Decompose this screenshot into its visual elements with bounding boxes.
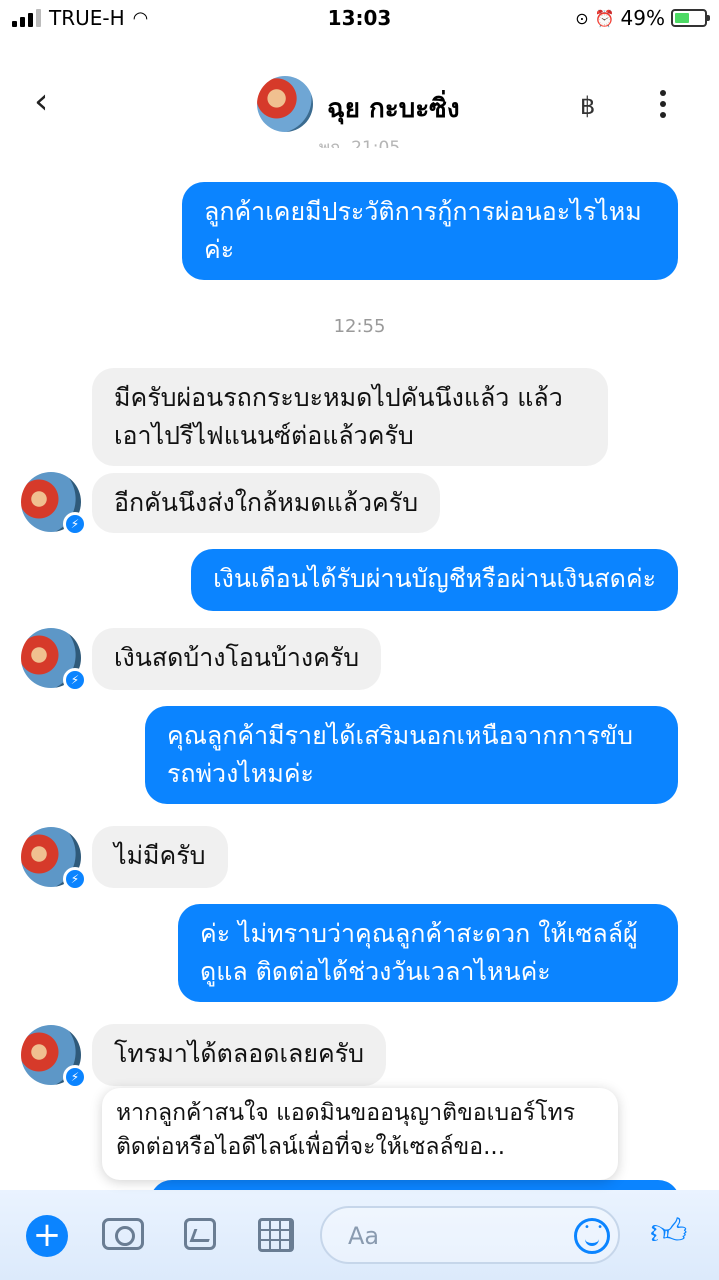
message-incoming[interactable]: เงินสดบ้างโอนบ้างครับ [92, 628, 382, 690]
messenger-badge-icon: ⚡ [63, 1065, 87, 1089]
timestamp: 12:55 [333, 316, 386, 337]
gallery-icon[interactable] [184, 1218, 216, 1250]
battery-icon [671, 9, 710, 27]
message-incoming[interactable]: ไม่มีครับ [92, 826, 228, 888]
chevron-left-icon[interactable]: ‹ [34, 84, 48, 120]
camera-icon[interactable] [102, 1218, 144, 1250]
contact-avatar[interactable] [257, 76, 313, 132]
calculator-icon[interactable] [258, 1218, 294, 1252]
payment-icon[interactable]: ฿ [580, 92, 595, 120]
rotation-lock-icon: ⊙ [575, 8, 589, 28]
thumbs-up-icon[interactable]: 👍︎ [650, 1210, 688, 1254]
message-incoming[interactable]: โทรมาได้ตลอดเลยครับ [92, 1024, 386, 1086]
messenger-badge-icon: ⚡ [63, 867, 87, 891]
sender-avatar[interactable]: ⚡ [21, 827, 87, 891]
message-incoming[interactable]: อีกคันนึงส่งใกล้หมดแล้วครับ [92, 473, 441, 533]
message-incoming[interactable]: มีครับผ่อนรถกระบะหมดไปคันนึงแล้ว แล้วเอา… [92, 368, 608, 466]
plus-icon[interactable]: + [26, 1215, 68, 1257]
messenger-badge-icon: ⚡ [63, 512, 87, 536]
alarm-icon: ⏰ [594, 8, 615, 28]
messenger-badge-icon: ⚡ [63, 668, 87, 692]
sender-avatar[interactable]: ⚡ [21, 628, 87, 692]
message-preview-popup[interactable]: หากลูกค้าสนใจ แอดมินขออนุญาติขอเบอร์โทรต… [102, 1088, 618, 1180]
message-input[interactable]: Aa [320, 1206, 620, 1264]
message-outgoing[interactable]: ค่ะ ไม่ทราบว่าคุณลูกค้าสะดวก ให้เซลล์ผู้… [178, 904, 678, 1002]
sender-avatar[interactable]: ⚡ [21, 1025, 87, 1089]
message-outgoing[interactable]: ลูกค้าเคยมีประวัติการกู้การผ่อนอะไรไหมค่… [182, 182, 678, 280]
sender-avatar[interactable]: ⚡ [21, 472, 87, 536]
more-options-icon[interactable] [660, 90, 668, 123]
message-outgoing[interactable]: เงินเดือนได้รับผ่านบัญชีหรือผ่านเงินสดค่… [191, 549, 678, 611]
emoji-icon[interactable] [574, 1218, 610, 1254]
composer-bar: + Aa 👍︎ [0, 1190, 719, 1280]
timestamp-partial: พฤ. 21:05 [318, 138, 401, 148]
message-input-placeholder: Aa [348, 1222, 380, 1250]
message-outgoing[interactable]: คุณลูกค้ามีรายได้เสริมนอกเหนือจากการขับร… [145, 706, 678, 804]
contact-name[interactable]: ฉุย กะบะซิ่ง [327, 88, 460, 129]
battery-percent: 49% [620, 6, 665, 30]
status-bar: TRUE-H ◠ 13:03 ⊙ ⏰ 49% [0, 0, 719, 40]
